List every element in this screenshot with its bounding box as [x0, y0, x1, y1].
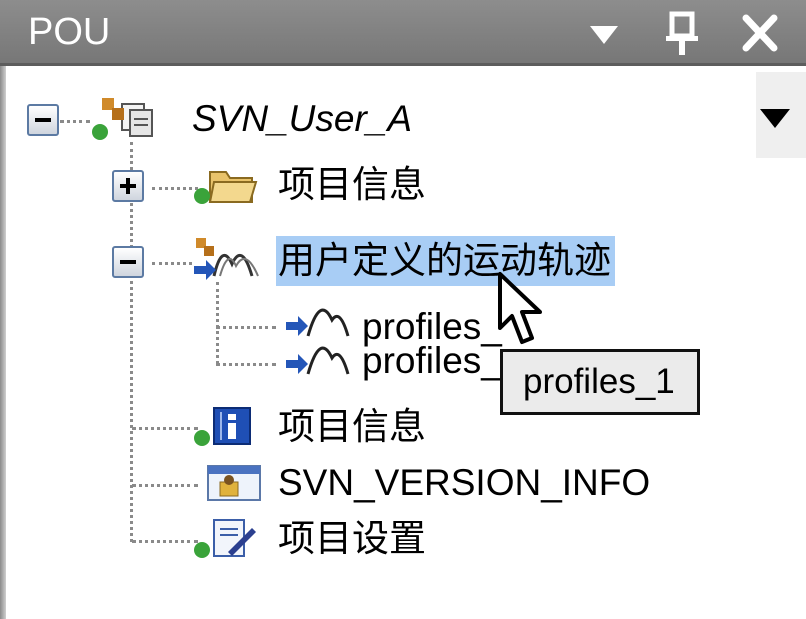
pin-button[interactable]	[656, 8, 708, 58]
collapse-toggle-motion-profiles[interactable]	[112, 246, 144, 278]
tree-node-label: 用户定义的运动轨迹	[276, 236, 615, 286]
minus-icon	[35, 118, 51, 122]
pin-icon	[666, 11, 698, 55]
dropdown-button[interactable]	[578, 8, 630, 58]
tree-node-label: 项目信息	[278, 164, 426, 205]
tree-node-label: SVN_User_A	[192, 98, 413, 139]
expand-toggle-project-info[interactable]	[112, 170, 144, 202]
version-info-icon	[198, 458, 268, 508]
tree-node-label: profiles_	[362, 340, 502, 381]
tree-node-label: 项目设置	[278, 518, 426, 559]
folder-icon	[190, 162, 260, 212]
collapse-toggle-root[interactable]	[27, 104, 59, 136]
panel-left-border	[0, 66, 6, 619]
triangle-down-icon	[760, 109, 790, 128]
panel-title: POU	[28, 11, 111, 53]
tooltip: profiles_1	[500, 349, 700, 415]
panel-titlebar: POU	[0, 0, 806, 66]
cam-profile-icon	[282, 330, 356, 380]
settings-icon	[190, 514, 260, 564]
info-icon	[190, 402, 260, 452]
mouse-cursor-icon	[494, 270, 550, 350]
tree-node-label: SVN_VERSION_INFO	[278, 462, 651, 503]
tree-dropdown-button[interactable]	[756, 72, 806, 158]
plus-icon	[120, 178, 136, 194]
svn-project-icon	[90, 94, 160, 144]
close-button[interactable]	[734, 8, 786, 58]
triangle-down-icon	[590, 26, 618, 44]
motion-profile-folder-icon	[190, 236, 264, 286]
close-icon	[742, 14, 778, 52]
tree-node-label: 项目信息	[278, 406, 426, 447]
minus-icon	[120, 260, 136, 264]
